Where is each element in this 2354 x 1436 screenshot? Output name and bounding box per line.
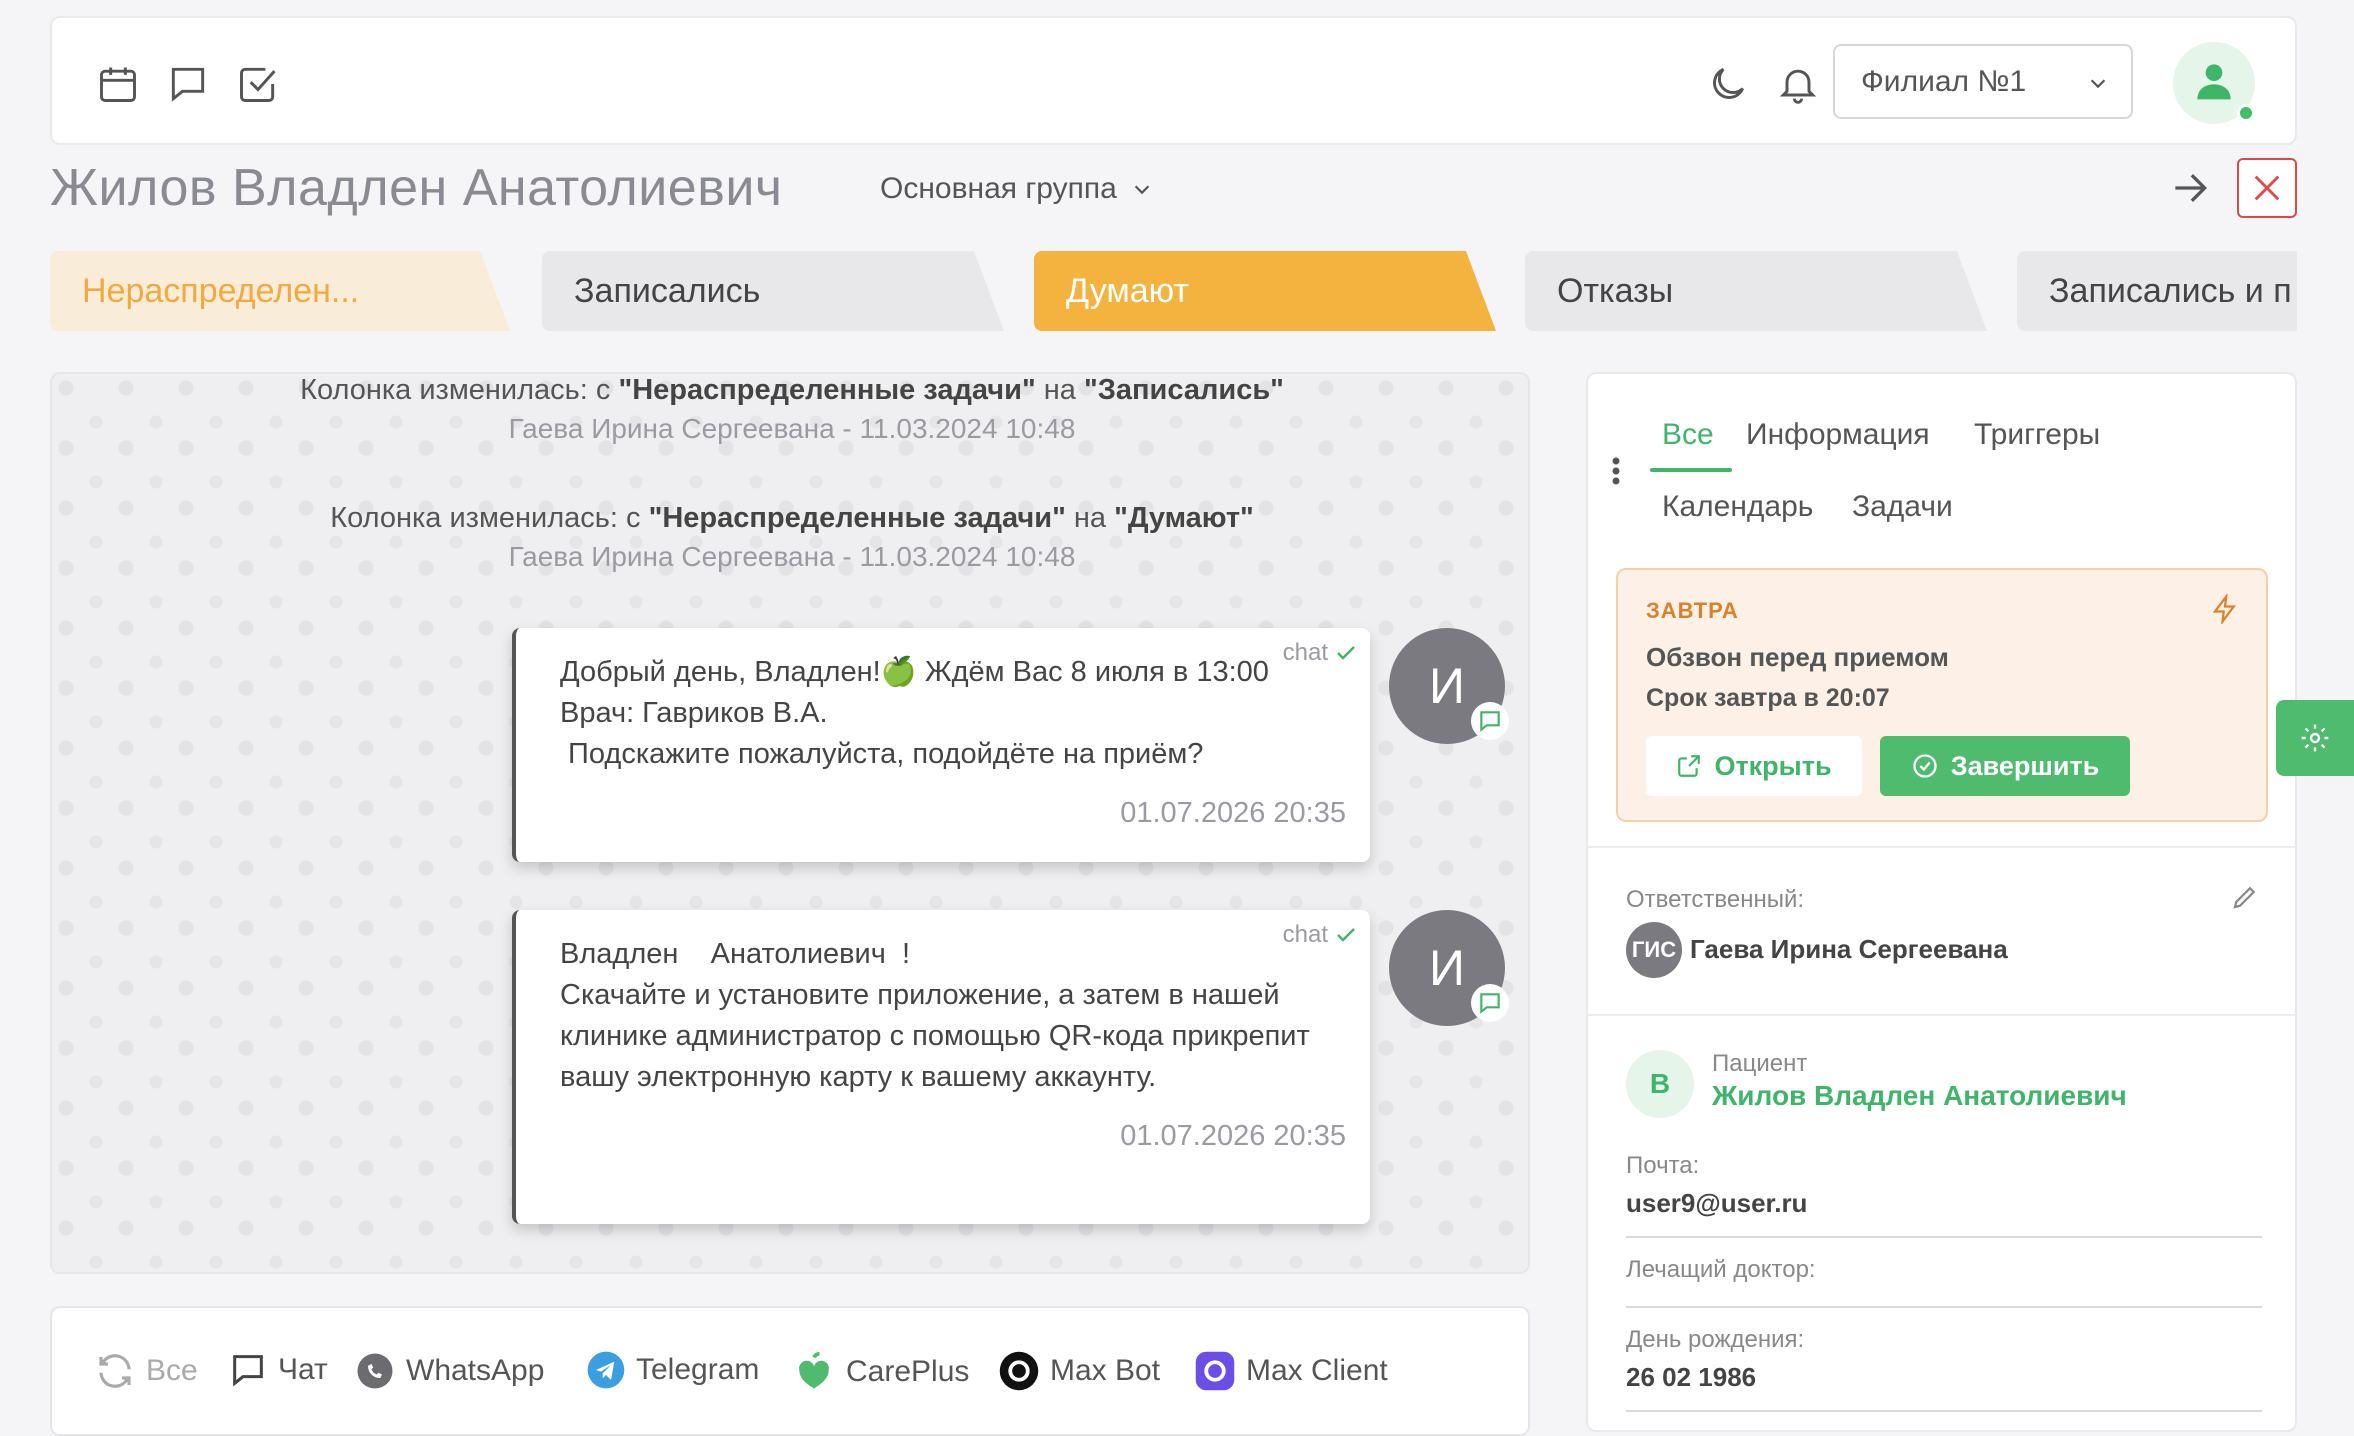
bell-icon[interactable] — [1776, 62, 1820, 106]
stage-signed-up-and[interactable]: Записались и п — [2017, 251, 2297, 331]
moon-icon[interactable] — [1706, 62, 1750, 106]
channel-careplus[interactable]: CarePlus — [792, 1350, 969, 1394]
group-select[interactable]: Основная группа — [880, 172, 1153, 206]
chat-message: chat Добрый день, Владлен!🍏 Ждём Вас 8 и… — [512, 628, 1370, 862]
channel-all[interactable]: Все — [94, 1350, 198, 1392]
branch-select[interactable]: Филиал №1 — [1833, 44, 2133, 119]
max-client-icon — [1195, 1351, 1235, 1391]
whatsapp-icon — [357, 1353, 393, 1389]
pencil-icon[interactable] — [2230, 882, 2260, 912]
email-label: Почта: — [1626, 1152, 1700, 1179]
chat-history[interactable]: Колонка изменилась: с "Нераспределенные … — [50, 372, 1530, 1274]
chat-icon[interactable] — [166, 62, 210, 106]
channel-max-bot[interactable]: Max Bot — [998, 1350, 1160, 1392]
patient-name-link[interactable]: Жилов Владлен Анатолиевич — [1712, 1080, 2127, 1112]
more-vertical-icon[interactable] — [1610, 456, 1622, 486]
open-task-button[interactable]: Открыть — [1646, 736, 1862, 796]
careplus-icon — [799, 1351, 829, 1389]
max-bot-icon — [999, 1351, 1039, 1391]
stage-signed-up[interactable]: Записались — [542, 251, 1004, 331]
message-avatar: И — [1389, 628, 1509, 744]
stage-thinking[interactable]: Думают — [1034, 251, 1496, 331]
close-icon — [2254, 175, 2280, 201]
channel-chat[interactable]: Чат — [228, 1350, 328, 1390]
chat-icon — [1471, 702, 1509, 740]
responsible-label: Ответственный: — [1626, 886, 1805, 913]
responsible-name: Гаева Ирина Сергеевана — [1690, 934, 2008, 964]
telegram-icon — [587, 1351, 625, 1389]
user-icon — [2197, 64, 2231, 100]
checkbox-icon[interactable] — [236, 62, 280, 106]
gear-icon — [2301, 724, 2329, 752]
top-bar: 1 Филиал №1 — [50, 16, 2297, 145]
complete-task-button[interactable]: Завершить — [1880, 736, 2130, 796]
task-title: Обзвон перед приемом — [1646, 642, 1949, 672]
birthday-label: День рождения: — [1626, 1326, 1805, 1353]
field-underline — [1626, 1306, 2262, 1308]
branch-select-value: Филиал №1 — [1861, 64, 2027, 98]
group-select-value: Основная группа — [880, 172, 1117, 205]
calendar-icon[interactable] — [96, 62, 140, 106]
system-event: Колонка изменилась: с "Нераспределенные … — [52, 374, 1528, 445]
refresh-icon — [99, 1354, 131, 1388]
lightning-icon — [2212, 594, 2236, 624]
divider — [1588, 846, 2295, 848]
external-link-icon — [1678, 755, 1701, 777]
check-icon — [1337, 927, 1355, 942]
settings-button[interactable] — [2276, 700, 2354, 776]
system-event: Колонка изменилась: с "Нераспределенные … — [52, 502, 1528, 573]
arrow-right-icon[interactable] — [2168, 166, 2212, 210]
stage-unassigned[interactable]: Нераспределен... — [50, 251, 510, 331]
message-time: 01.07.2026 20:35 — [1120, 1120, 1346, 1152]
chat-icon — [1471, 984, 1509, 1022]
channel-max-client[interactable]: Max Client — [1194, 1350, 1388, 1392]
online-status-dot — [2237, 104, 2255, 122]
channel-filter-bar: Все Чат WhatsApp Telegram CarePlus Max B… — [50, 1306, 1530, 1436]
message-avatar: И — [1389, 910, 1509, 1026]
birthday-value: 26 02 1986 — [1626, 1362, 1757, 1392]
tab-triggers[interactable]: Триггеры — [1974, 418, 2100, 452]
message-channel: chat — [1283, 632, 1358, 673]
stage-refusals[interactable]: Отказы — [1525, 251, 1987, 331]
message-time: 01.07.2026 20:35 — [1120, 797, 1346, 829]
check-icon — [1337, 645, 1355, 660]
page-title: Жилов Владлен Анатолиевич — [50, 159, 783, 217]
chevron-down-icon — [2087, 72, 2109, 94]
channel-whatsapp[interactable]: WhatsApp — [354, 1350, 544, 1392]
system-event-author: Гаева Ирина Сергеевана - 11.03.2024 10:4… — [508, 541, 1076, 572]
patient-avatar: В — [1626, 1050, 1694, 1118]
system-event-author: Гаева Ирина Сергеевана - 11.03.2024 10:4… — [508, 413, 1076, 444]
task-card: ЗАВТРА Обзвон перед приемом Срок завтра … — [1616, 568, 2268, 822]
active-tab-indicator — [1650, 468, 1732, 472]
message-channel: chat — [1283, 914, 1358, 955]
channel-telegram[interactable]: Telegram — [586, 1350, 759, 1390]
close-button[interactable] — [2237, 158, 2297, 218]
field-underline — [1626, 1410, 2262, 1412]
task-deadline: Срок завтра в 20:07 — [1646, 684, 1890, 712]
tab-tasks[interactable]: Задачи — [1852, 490, 1953, 524]
user-avatar[interactable] — [2173, 42, 2255, 124]
chevron-down-icon — [1134, 185, 1150, 195]
patient-label: Пациент — [1712, 1050, 1808, 1077]
tab-calendar[interactable]: Календарь — [1662, 490, 1813, 524]
doctor-label: Лечащий доктор: — [1626, 1256, 1816, 1283]
email-value: user9@user.ru — [1626, 1188, 1808, 1218]
field-underline — [1626, 1236, 2262, 1238]
task-due-label: ЗАВТРА — [1646, 598, 1739, 623]
tab-all[interactable]: Все — [1662, 418, 1714, 452]
divider — [1588, 1014, 2295, 1016]
chat-icon — [233, 1355, 263, 1387]
responsible-avatar: ГИС — [1626, 922, 1682, 978]
chat-message: chat Владлен Анатолиевич ! Скачайте и ус… — [512, 910, 1370, 1224]
check-circle-icon — [1913, 754, 1937, 778]
tab-information[interactable]: Информация — [1746, 418, 1930, 452]
details-sidebar: Все Информация Триггеры Календарь Задачи… — [1586, 372, 2297, 1432]
